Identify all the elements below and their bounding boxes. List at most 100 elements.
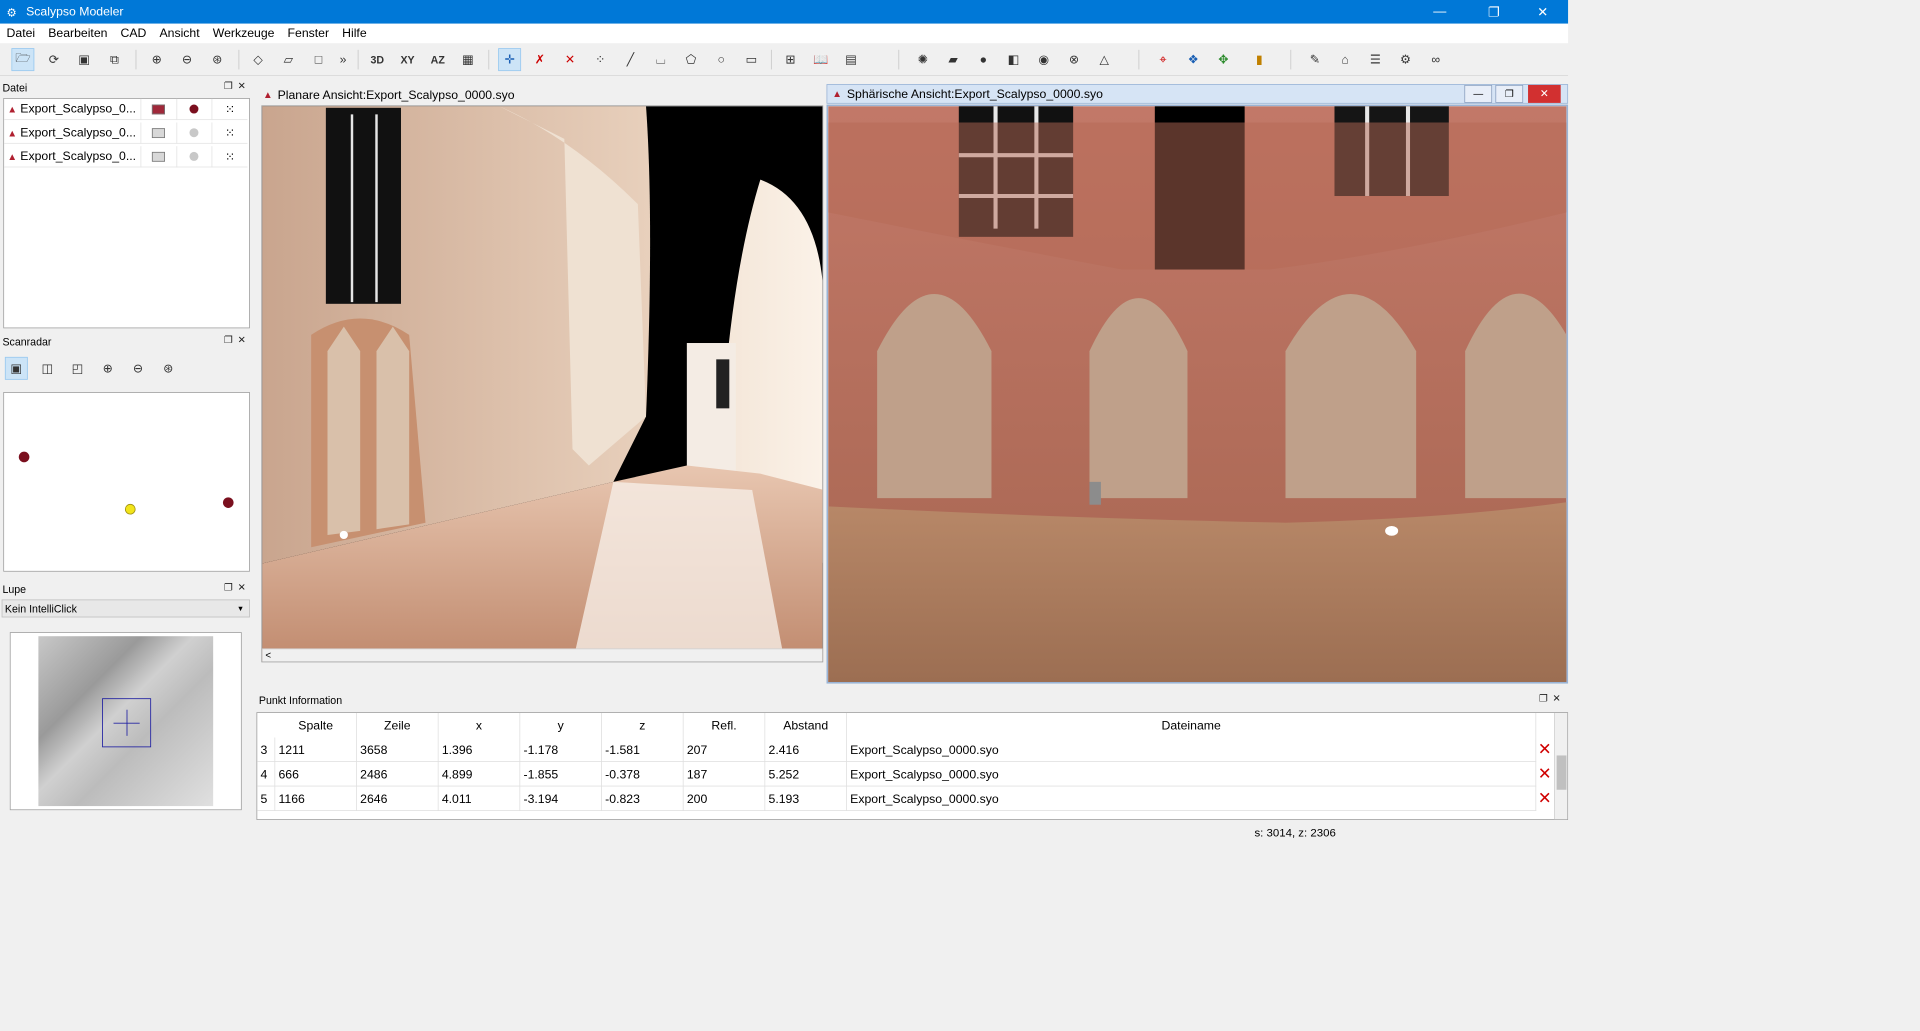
scanradar-canvas[interactable] (3, 392, 250, 572)
menu-ansicht[interactable]: Ansicht (153, 24, 206, 44)
panel-float-close-icons[interactable]: ❐✕ (1539, 693, 1566, 704)
menu-werkzeuge[interactable]: Werkzeuge (206, 24, 281, 44)
register-icon[interactable]: ❖ (1182, 48, 1205, 71)
circle-icon[interactable]: ○ (710, 48, 733, 71)
points-icon[interactable]: ⁙ (211, 98, 248, 120)
book-icon[interactable]: 📖 (809, 48, 832, 71)
polyline-icon[interactable]: ⌴ (649, 48, 672, 71)
polygon-icon[interactable]: ⬠ (679, 48, 702, 71)
file-row[interactable]: ▲ Export_Scalypso_0... ⁙ (4, 122, 248, 144)
column-header[interactable]: Abstand (765, 712, 847, 738)
menu-hilfe[interactable]: Hilfe (336, 24, 374, 44)
select-polygon-icon[interactable]: ◇ (247, 48, 270, 71)
view-maximize-button[interactable]: ❐ (1495, 84, 1524, 103)
view-az-button[interactable]: AZ (426, 48, 449, 71)
select-area-icon[interactable]: ▱ (277, 48, 300, 71)
save-all-icon[interactable]: ⧉ (103, 48, 126, 71)
torus-icon[interactable]: ⊗ (1063, 48, 1086, 71)
intelliclick-select[interactable]: Kein IntelliClick ▼ (1, 599, 250, 618)
align-icon[interactable]: ✥ (1212, 48, 1235, 71)
menu-fenster[interactable]: Fenster (281, 24, 336, 44)
building-icon[interactable]: ⌂ (1334, 48, 1357, 71)
color-swatch[interactable] (152, 104, 166, 114)
delete-row-icon[interactable]: ✕ (1538, 788, 1552, 808)
zoom-out-icon[interactable]: ⊖ (127, 357, 150, 380)
zoom-in-icon[interactable]: ⊕ (96, 357, 119, 380)
minimize-button[interactable]: — (1421, 0, 1459, 24)
section-icon[interactable]: ☰ (1364, 48, 1387, 71)
panel-float-close-icons[interactable]: ❐✕ (224, 80, 251, 91)
table-row[interactable]: 5 1166 2646 4.011 -3.194 -0.823 200 5.19… (257, 786, 1537, 811)
visibility-dot[interactable] (189, 104, 199, 114)
column-header[interactable]: x (439, 712, 521, 738)
file-row[interactable]: ▲ Export_Scalypso_0... ⁙ (4, 98, 248, 121)
plane-icon[interactable]: ▰ (942, 48, 965, 71)
delete-points-icon[interactable]: ✗ (528, 48, 551, 71)
rectangle-icon[interactable]: ▭ (740, 48, 763, 71)
column-header[interactable]: y (520, 712, 602, 738)
view-close-button[interactable]: ✕ (1528, 84, 1561, 103)
planar-view-canvas[interactable]: < (261, 105, 824, 663)
cylinder-icon[interactable]: ◉ (1032, 48, 1055, 71)
cube-front-icon[interactable]: ▣ (4, 356, 28, 380)
scan-position-dot[interactable] (18, 451, 30, 463)
layers-icon[interactable]: ▤ (840, 48, 863, 71)
zoom-out-icon[interactable]: ⊖ (176, 48, 199, 71)
column-header[interactable]: Refl. (684, 712, 766, 738)
line-icon[interactable]: ╱ (619, 48, 642, 71)
delete-point-icon[interactable]: ✕ (559, 48, 582, 71)
column-header[interactable]: Spalte (275, 712, 357, 738)
table-view-icon[interactable]: ▦ (457, 48, 480, 71)
active-scan-position-dot[interactable] (124, 503, 136, 515)
scale-icon[interactable]: ▮ (1248, 48, 1271, 71)
column-header[interactable]: Zeile (357, 712, 439, 738)
cube-side-icon[interactable]: ◫ (36, 357, 59, 380)
scroll-left-arrow[interactable]: < (265, 649, 271, 660)
menu-cad[interactable]: CAD (114, 24, 153, 44)
target-icon[interactable]: ⌖ (1152, 48, 1175, 71)
toolbar-overflow-button[interactable]: » (335, 48, 351, 71)
mesh-icon[interactable]: ✺ (911, 48, 934, 71)
points-icon[interactable]: ⁙ (211, 145, 248, 168)
column-header[interactable]: z (602, 712, 684, 738)
scan-position-dot[interactable] (222, 497, 234, 508)
visibility-dot[interactable] (189, 128, 199, 138)
select-rect-icon[interactable]: □ (307, 48, 330, 71)
delete-row-icon[interactable]: ✕ (1538, 764, 1552, 784)
view-minimize-button[interactable]: — (1464, 84, 1493, 103)
maximize-button[interactable]: ❐ (1475, 0, 1513, 24)
panel-float-close-icons[interactable]: ❐✕ (224, 581, 251, 592)
table-row[interactable]: 4 666 2486 4.899 -1.855 -0.378 187 5.252… (257, 761, 1537, 787)
close-button[interactable]: ✕ (1524, 0, 1562, 24)
file-row[interactable]: ▲ Export_Scalypso_0... ⁙ (4, 145, 248, 168)
open-icon[interactable]: 🗁 (11, 48, 35, 72)
points-icon[interactable]: ⁙ (211, 122, 248, 144)
visibility-dot[interactable] (189, 151, 199, 161)
box-icon[interactable]: ◧ (1002, 48, 1025, 71)
delete-row-icon[interactable]: ✕ (1538, 739, 1552, 759)
panel-float-close-icons[interactable]: ❐✕ (224, 334, 251, 345)
menu-bearbeiten[interactable]: Bearbeiten (42, 24, 114, 44)
zoom-fit-icon[interactable]: ⊛ (157, 357, 180, 380)
measure-icon[interactable]: ✎ (1303, 48, 1326, 71)
save-icon[interactable]: ▣ (73, 48, 96, 71)
spherical-view-canvas[interactable] (826, 104, 1569, 684)
binoculars-icon[interactable]: ∞ (1424, 48, 1447, 71)
reload-icon[interactable]: ⟳ (42, 48, 65, 71)
table-vertical-scrollbar[interactable] (1554, 712, 1568, 820)
grid-select-icon[interactable]: ⊞ (779, 48, 802, 71)
table-row[interactable]: 3 1211 3658 1.396 -1.178 -1.581 207 2.41… (257, 737, 1537, 762)
sphere-icon[interactable]: ● (972, 48, 995, 71)
cone-icon[interactable]: △ (1093, 48, 1116, 71)
view-3d-button[interactable]: 3D (366, 48, 389, 71)
color-swatch[interactable] (152, 151, 166, 162)
planar-horizontal-scrollbar[interactable]: < (262, 648, 823, 662)
cube-top-icon[interactable]: ◰ (66, 357, 89, 380)
zoom-fit-icon[interactable]: ⊛ (206, 48, 229, 71)
color-swatch[interactable] (152, 127, 166, 138)
zoom-in-icon[interactable]: ⊕ (145, 48, 168, 71)
view-xy-button[interactable]: XY (396, 48, 419, 71)
menu-datei[interactable]: Datei (0, 24, 42, 44)
settings-icon[interactable]: ⚙ (1394, 48, 1417, 71)
pick-point-icon[interactable]: ✛ (498, 48, 522, 72)
